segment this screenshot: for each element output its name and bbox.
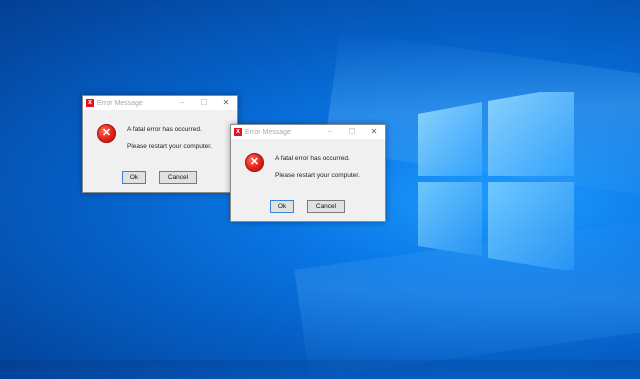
maximize-button[interactable]: ☐ (193, 96, 215, 110)
error-instruction: Please restart your computer. (275, 172, 360, 179)
error-dialog[interactable]: x Error Message – ☐ ✕ ✕ A fatal error ha… (82, 95, 238, 193)
close-button[interactable]: ✕ (363, 125, 385, 139)
minimize-button[interactable]: – (171, 96, 193, 110)
dialog-body: ✕ A fatal error has occurred. Please res… (83, 110, 237, 192)
close-button[interactable]: ✕ (215, 96, 237, 110)
maximize-button[interactable]: ☐ (341, 125, 363, 139)
window-title: Error Message (245, 128, 291, 136)
cancel-button[interactable]: Cancel (159, 171, 197, 184)
ok-button[interactable]: Ok (122, 171, 146, 184)
minimize-button[interactable]: – (319, 125, 341, 139)
error-dialog[interactable]: x Error Message – ☐ ✕ ✕ A fatal error ha… (230, 124, 386, 222)
cancel-button[interactable]: Cancel (307, 200, 345, 213)
app-icon: x (86, 99, 94, 107)
dialog-body: ✕ A fatal error has occurred. Please res… (231, 139, 385, 221)
error-instruction: Please restart your computer. (127, 143, 212, 150)
error-icon: ✕ (97, 124, 116, 143)
error-icon: ✕ (245, 153, 264, 172)
error-message: A fatal error has occurred. (127, 126, 202, 133)
title-bar[interactable]: x Error Message – ☐ ✕ (231, 125, 385, 139)
app-icon: x (234, 128, 242, 136)
ok-button[interactable]: Ok (270, 200, 294, 213)
window-title: Error Message (97, 99, 143, 107)
windows-logo-icon (418, 92, 574, 270)
error-message: A fatal error has occurred. (275, 155, 350, 162)
title-bar[interactable]: x Error Message – ☐ ✕ (83, 96, 237, 110)
